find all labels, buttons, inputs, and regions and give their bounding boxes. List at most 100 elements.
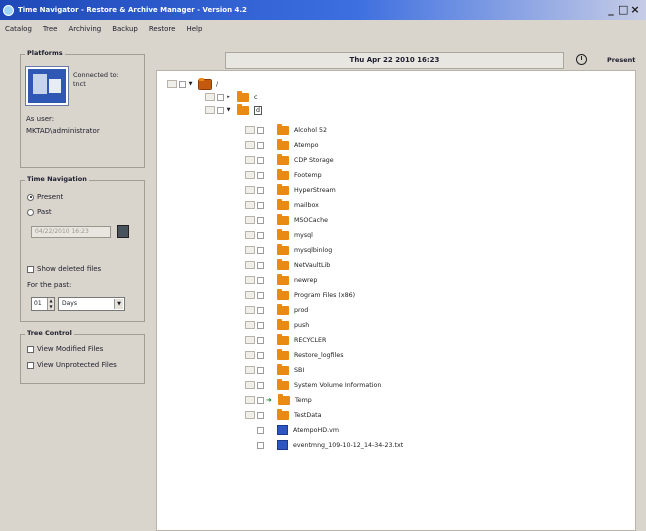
tree-checkbox[interactable] xyxy=(257,156,264,164)
history-icon[interactable] xyxy=(245,321,255,329)
menu-restore[interactable]: Restore xyxy=(149,25,176,33)
history-icon[interactable] xyxy=(245,126,255,134)
tree-label[interactable]: RECYCLER xyxy=(294,337,326,344)
expand-caret-icon[interactable]: ▼ xyxy=(226,107,231,113)
history-icon[interactable] xyxy=(245,381,255,389)
tree-label[interactable]: AtempoHD.vm xyxy=(293,427,339,434)
tree-node-folder[interactable]: prod xyxy=(245,303,308,316)
tree-label-root[interactable]: / xyxy=(216,81,218,88)
tree-checkbox[interactable] xyxy=(217,106,224,114)
tree-label[interactable]: Alcohol 52 xyxy=(294,127,327,134)
calendar-icon[interactable] xyxy=(117,225,129,238)
history-icon[interactable] xyxy=(245,396,255,404)
tree-label-c[interactable]: c xyxy=(254,94,257,101)
tree-label[interactable]: mysql xyxy=(294,232,313,239)
view-unprotected-checkbox[interactable] xyxy=(27,361,34,369)
tree-label[interactable]: Footemp xyxy=(294,172,322,179)
tree-checkbox[interactable] xyxy=(217,93,224,101)
past-date-field[interactable]: 04/22/2010 16:23 xyxy=(31,226,111,238)
show-deleted-row[interactable]: Show deleted files xyxy=(27,265,101,273)
history-icon[interactable] xyxy=(245,411,255,419)
past-radio-row[interactable]: Past xyxy=(27,208,52,216)
tree-checkbox[interactable] xyxy=(257,426,264,434)
tree-label[interactable]: SBI xyxy=(294,367,304,374)
tree-label[interactable]: HyperStream xyxy=(294,187,336,194)
tree-label[interactable]: prod xyxy=(294,307,308,314)
tree-node-folder[interactable]: Restore_logfiles xyxy=(245,348,344,361)
history-icon[interactable] xyxy=(245,156,255,164)
history-icon[interactable] xyxy=(245,366,255,374)
tree-node-folder[interactable]: Alcohol 52 xyxy=(245,123,327,136)
expand-caret-icon[interactable]: ▼ xyxy=(188,81,193,87)
history-icon[interactable] xyxy=(245,351,255,359)
expand-arrow-icon[interactable]: ➜ xyxy=(266,396,272,404)
history-icon[interactable] xyxy=(205,93,215,101)
menu-help[interactable]: Help xyxy=(186,25,202,33)
tree-checkbox[interactable] xyxy=(257,321,264,329)
tree-label[interactable]: TestData xyxy=(294,412,321,419)
tree-checkbox[interactable] xyxy=(257,291,264,299)
clock-icon[interactable] xyxy=(576,54,587,65)
history-icon[interactable] xyxy=(245,291,255,299)
tree-checkbox[interactable] xyxy=(257,201,264,209)
tree-checkbox[interactable] xyxy=(257,441,264,449)
tree-checkbox[interactable] xyxy=(257,411,264,419)
history-icon[interactable] xyxy=(245,276,255,284)
tree-checkbox[interactable] xyxy=(257,366,264,374)
tree-node-folder[interactable]: mysqlbinlog xyxy=(245,243,332,256)
tree-label[interactable]: mysqlbinlog xyxy=(294,247,332,254)
history-icon[interactable] xyxy=(245,186,255,194)
tree-node-folder[interactable]: TestData xyxy=(245,408,321,421)
history-icon[interactable] xyxy=(245,336,255,344)
tree-node-file[interactable]: AtempoHD.vm xyxy=(257,424,339,436)
tree-node-folder[interactable]: RECYCLER xyxy=(245,333,326,346)
tree-checkbox[interactable] xyxy=(257,171,264,179)
tree-node-file[interactable]: eventmng_109-10-12_14-34-23.txt xyxy=(257,439,403,451)
menu-archiving[interactable]: Archiving xyxy=(68,25,101,33)
minimize-icon[interactable]: _ xyxy=(606,3,616,16)
present-radio[interactable] xyxy=(27,193,34,201)
history-icon[interactable] xyxy=(245,306,255,314)
tree-checkbox[interactable] xyxy=(257,306,264,314)
view-modified-checkbox[interactable] xyxy=(27,345,34,353)
tree-checkbox[interactable] xyxy=(257,231,264,239)
tree-node-folder[interactable]: HyperStream xyxy=(245,183,336,196)
tree-label[interactable]: newrep xyxy=(294,277,317,284)
history-icon[interactable] xyxy=(205,106,215,114)
tree-label[interactable]: Temp xyxy=(295,397,312,404)
tree-label[interactable]: MSOCache xyxy=(294,217,328,224)
history-icon[interactable] xyxy=(245,246,255,254)
tree-node-root[interactable]: ▼ / xyxy=(167,77,218,90)
expand-caret-icon[interactable]: ▸ xyxy=(226,94,231,100)
close-icon[interactable]: × xyxy=(630,3,640,16)
history-icon[interactable] xyxy=(245,141,255,149)
show-deleted-checkbox[interactable] xyxy=(27,265,34,273)
tree-label[interactable]: CDP Storage xyxy=(294,157,334,164)
tree-node-folder[interactable]: Atempo xyxy=(245,138,319,151)
tree-label[interactable]: Program Files (x86) xyxy=(294,292,355,299)
tree-label[interactable]: eventmng_109-10-12_14-34-23.txt xyxy=(293,442,403,449)
tree-label[interactable]: Restore_logfiles xyxy=(294,352,344,359)
chevron-down-icon[interactable]: ▼ xyxy=(114,299,123,309)
server-icon[interactable] xyxy=(25,66,69,106)
maximize-icon[interactable]: □ xyxy=(618,3,628,16)
tree-label-d[interactable]: d xyxy=(254,105,262,115)
present-radio-row[interactable]: Present xyxy=(27,193,63,201)
tree-node-folder[interactable]: mailbox xyxy=(245,198,319,211)
history-icon[interactable] xyxy=(167,80,177,88)
tree-label[interactable]: System Volume Information xyxy=(294,382,381,389)
tree-checkbox[interactable] xyxy=(257,126,264,134)
tree-checkbox[interactable] xyxy=(257,351,264,359)
tree-node-folder[interactable]: CDP Storage xyxy=(245,153,334,166)
tree-node-folder[interactable]: push xyxy=(245,318,309,331)
view-unprotected-row[interactable]: View Unprotected Files xyxy=(27,361,117,369)
tree-node-d[interactable]: ▼ d xyxy=(205,103,262,116)
history-icon[interactable] xyxy=(245,171,255,179)
tree-checkbox[interactable] xyxy=(257,261,264,269)
past-unit-select[interactable]: Days ▼ xyxy=(58,297,125,311)
tree-node-folder[interactable]: MSOCache xyxy=(245,213,328,226)
tree-node-folder[interactable]: Footemp xyxy=(245,168,322,181)
tree-checkbox[interactable] xyxy=(257,216,264,224)
tree-node-folder[interactable]: ➜ Temp xyxy=(245,393,312,406)
view-modified-row[interactable]: View Modified Files xyxy=(27,345,103,353)
